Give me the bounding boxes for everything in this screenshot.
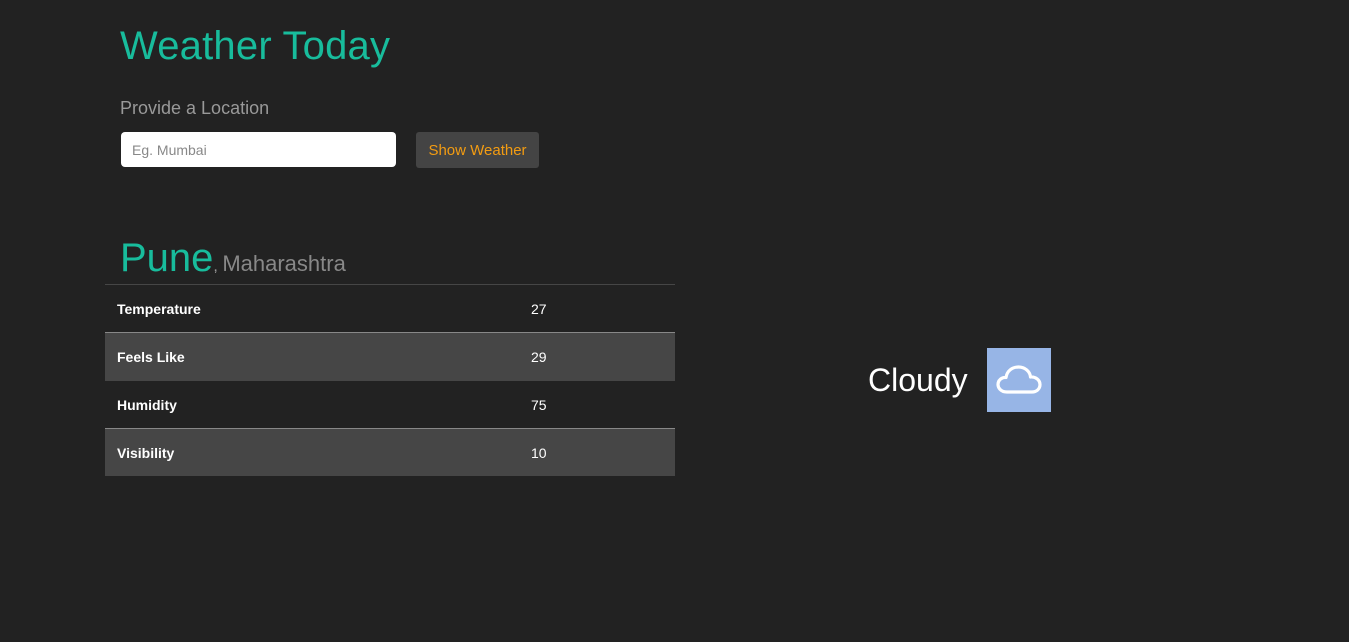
table-row: Temperature 27 (105, 284, 675, 333)
location-label: Provide a Location (120, 98, 270, 118)
page-title: Weather Today (120, 24, 391, 68)
show-weather-button[interactable]: Show Weather (416, 132, 539, 168)
visibility-label: Visibility (117, 444, 175, 461)
location-separator: , (213, 258, 218, 275)
table-row: Humidity 75 (105, 380, 675, 429)
location-input[interactable] (121, 132, 396, 167)
temperature-label: Temperature (117, 300, 201, 317)
temperature-value: 27 (531, 300, 547, 317)
cloud-icon (986, 348, 1051, 412)
feels-like-label: Feels Like (117, 348, 185, 365)
visibility-value: 10 (531, 444, 547, 461)
weather-condition: Cloudy (868, 348, 1051, 412)
cloud-icon-svg (996, 365, 1042, 394)
state-name: Maharashtra (222, 251, 346, 276)
table-row: Visibility 10 (105, 428, 675, 476)
condition-text: Cloudy (868, 361, 968, 398)
city-name: Pune (120, 236, 214, 280)
feels-like-value: 29 (531, 348, 547, 365)
weather-details-table: Temperature 27 Feels Like 29 Humidity 75… (105, 284, 675, 476)
humidity-label: Humidity (117, 396, 177, 413)
location-heading: Pune, Maharashtra (120, 236, 346, 281)
humidity-value: 75 (531, 396, 547, 413)
table-row: Feels Like 29 (105, 332, 675, 381)
